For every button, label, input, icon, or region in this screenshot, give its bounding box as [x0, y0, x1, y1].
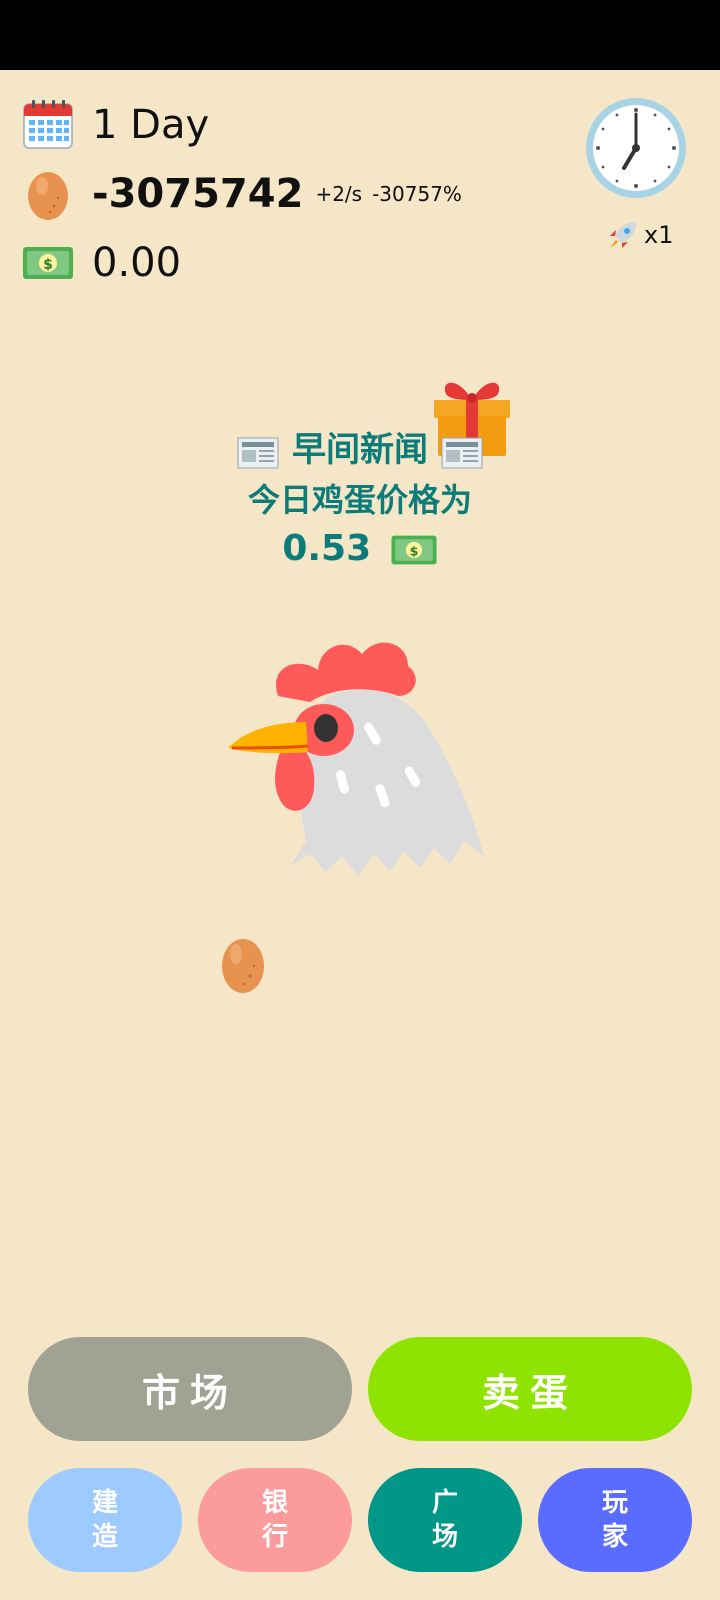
- status-bar: [0, 0, 720, 70]
- svg-text:$: $: [409, 543, 418, 558]
- build-label-1: 建: [91, 1488, 118, 1518]
- speed-multiplier[interactable]: x1: [606, 218, 673, 252]
- money-amount: 0.00: [92, 240, 182, 286]
- egg-icon: [28, 172, 68, 220]
- plaza-button[interactable]: 广 场: [368, 1468, 522, 1572]
- egg-price: 0.53: [282, 528, 372, 569]
- players-label-1: 玩: [601, 1488, 628, 1518]
- rooster-icon[interactable]: [228, 636, 498, 896]
- egg-count: -3075742: [92, 171, 304, 217]
- build-label-2: 造: [91, 1522, 118, 1552]
- egg-counter: -3075742 +2/s -30757%: [22, 168, 462, 220]
- newspaper-icon: [441, 437, 483, 468]
- rocket-icon: [610, 222, 636, 248]
- players-button[interactable]: 玩 家: [538, 1468, 692, 1572]
- egg-percent: -30757%: [372, 182, 462, 206]
- bank-label-2: 行: [261, 1522, 288, 1552]
- news-line: 今日鸡蛋价格为: [247, 481, 472, 519]
- speed-label: x1: [644, 221, 674, 249]
- bank-button[interactable]: 银 行: [198, 1468, 352, 1572]
- clock-icon[interactable]: [584, 96, 688, 200]
- news-title-row: 早间新闻: [0, 428, 720, 472]
- money-counter: $ 0.00: [22, 240, 181, 286]
- bank-label-1: 银: [261, 1488, 288, 1518]
- day-label: 1 Day: [92, 102, 210, 148]
- day-counter: 1 Day: [22, 100, 209, 150]
- egg-rate: +2/s: [315, 182, 363, 206]
- calendar-icon: [23, 100, 73, 149]
- plaza-label-1: 广: [431, 1488, 458, 1518]
- svg-text:$: $: [43, 257, 53, 273]
- build-button[interactable]: 建 造: [28, 1468, 182, 1572]
- players-label-2: 家: [601, 1522, 628, 1552]
- money-icon: $: [391, 535, 437, 565]
- sell-eggs-button[interactable]: 卖蛋: [368, 1337, 692, 1441]
- money-icon: $: [23, 247, 73, 279]
- news-title: 早间新闻: [292, 430, 428, 470]
- egg-icon[interactable]: [220, 936, 266, 994]
- market-button[interactable]: 市场: [28, 1337, 352, 1441]
- newspaper-icon: [237, 437, 279, 468]
- plaza-label-2: 场: [431, 1522, 458, 1552]
- news-price-row: 0.53 $: [0, 524, 720, 574]
